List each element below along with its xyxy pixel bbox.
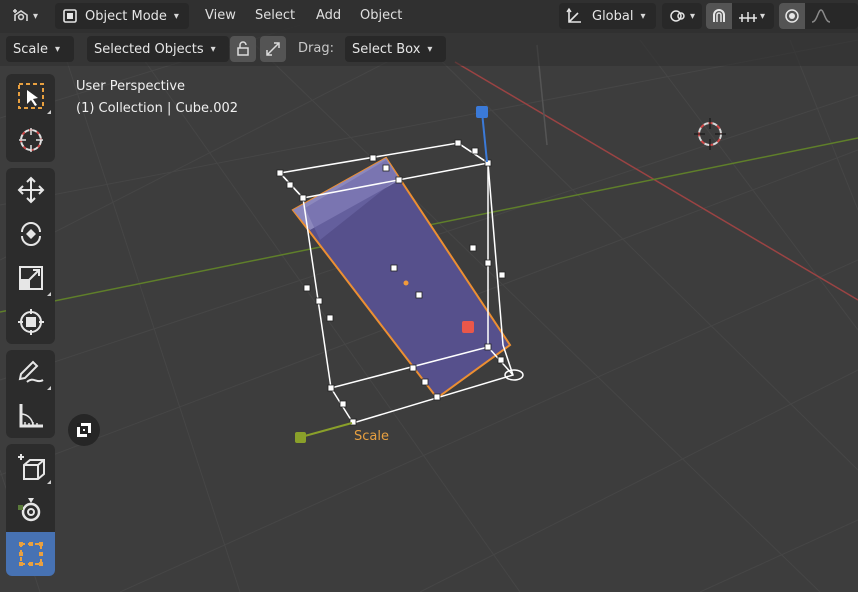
tool-select-box[interactable] xyxy=(6,74,55,118)
orientation-gizmo-icon xyxy=(566,7,581,23)
tool-variants-indicator xyxy=(47,110,51,114)
tool-measure[interactable] xyxy=(6,394,55,438)
chevron-down-icon: ▾ xyxy=(640,10,646,22)
perspective-label: User Perspective xyxy=(76,79,186,94)
viewport-info-overlay: User Perspective (1) Collection | Cube.0… xyxy=(76,76,238,120)
tool-add-cube[interactable] xyxy=(6,444,55,488)
proportional-editing-toggle[interactable] xyxy=(779,3,805,29)
rotate-icon xyxy=(20,222,41,246)
editor-type-button[interactable]: ▾ xyxy=(4,3,48,29)
mode-label: Object Mode xyxy=(85,8,167,24)
tool-scale-cage[interactable] xyxy=(6,532,55,576)
tool-transform[interactable] xyxy=(6,300,55,344)
active-tool-label: Scale xyxy=(13,41,48,57)
chevron-down-icon: ▾ xyxy=(689,10,695,22)
viewport-editor-icon xyxy=(13,9,28,21)
x-axis-line xyxy=(454,61,858,301)
proportional-editing-group xyxy=(779,3,858,29)
chevron-down-icon: ▾ xyxy=(210,43,216,55)
cursor-icon xyxy=(18,128,43,152)
scale-z-handle[interactable] xyxy=(476,106,488,118)
scale-icon xyxy=(18,266,43,290)
chevron-down-icon: ▾ xyxy=(173,10,179,22)
move-icon xyxy=(17,176,44,204)
tool-variants-indicator xyxy=(47,386,51,390)
falloff-select[interactable] xyxy=(805,8,831,24)
3d-cursor-icon[interactable] xyxy=(694,118,726,150)
add-cube-icon xyxy=(17,454,45,480)
tool-group-add xyxy=(6,444,55,576)
tool-annotate[interactable] xyxy=(6,350,55,394)
tool-group-transform xyxy=(6,168,55,344)
select-box-icon xyxy=(17,83,44,109)
chevron-down-icon: ▾ xyxy=(54,43,61,55)
tool-shelf xyxy=(6,74,55,582)
scale-z-axis xyxy=(481,111,488,163)
collection-label: (1) Collection | Cube.002 xyxy=(76,101,239,116)
drag-mode-select[interactable]: Select Box ▾ xyxy=(345,36,446,62)
smooth-falloff-icon xyxy=(811,9,831,23)
annotate-pencil-icon xyxy=(18,360,44,383)
transform-orientation-select[interactable]: Global ▾ xyxy=(559,3,656,29)
drag-label: Drag: xyxy=(298,41,334,56)
pivot-point-select[interactable]: ▾ xyxy=(662,3,702,29)
object-mode-icon xyxy=(63,9,77,23)
scale-cursor-icon xyxy=(77,423,91,437)
snap-toggle[interactable] xyxy=(706,3,732,29)
tool-scale[interactable] xyxy=(6,256,55,300)
tool-variants-indicator xyxy=(47,292,51,296)
options-toggle[interactable] xyxy=(260,36,286,62)
tool-rotate[interactable] xyxy=(6,212,55,256)
affect-select[interactable]: Selected Objects ▾ xyxy=(87,36,229,62)
transform-icon xyxy=(17,309,44,335)
orientation-label: Global xyxy=(592,8,634,24)
tool-settings-header: Scale ▾ Selected Objects ▾ Drag: Select … xyxy=(0,33,858,66)
chevron-down-icon: ▾ xyxy=(33,10,39,22)
tool-variants-indicator xyxy=(47,480,51,484)
proportional-editing-icon xyxy=(785,9,799,23)
mouse-cursor xyxy=(68,414,100,446)
chevron-down-icon: ▾ xyxy=(760,10,766,22)
tool-spin[interactable] xyxy=(6,488,55,532)
menu-select[interactable]: Select xyxy=(255,8,295,23)
snap-target-select[interactable]: ▾ xyxy=(732,8,765,24)
scale-y-handle[interactable] xyxy=(295,432,306,443)
tool-move[interactable] xyxy=(6,168,55,212)
scale-x-handle[interactable] xyxy=(462,321,474,333)
magnet-icon xyxy=(713,9,725,22)
measure-icon xyxy=(19,404,43,428)
scale-origin-handle[interactable] xyxy=(504,369,524,381)
menu-add[interactable]: Add xyxy=(316,8,341,23)
transform-options-icon xyxy=(266,42,280,56)
scale-cage-icon xyxy=(18,542,43,566)
active-tool-select[interactable]: Scale ▾ xyxy=(6,36,74,62)
drag-mode-label: Select Box xyxy=(352,41,421,57)
scale-y-axis xyxy=(300,422,353,438)
menu-object[interactable]: Object xyxy=(360,8,402,23)
menu-view[interactable]: View xyxy=(205,8,236,23)
lock-icon xyxy=(237,41,249,56)
chevron-down-icon: ▾ xyxy=(427,43,433,55)
tool-group-annotate xyxy=(6,350,55,438)
scale-gizmo-label: Scale xyxy=(354,429,389,444)
snap-group: ▾ xyxy=(706,3,774,29)
affect-label: Selected Objects xyxy=(94,41,204,57)
spin-icon xyxy=(17,498,40,522)
pivot-point-icon xyxy=(670,10,685,22)
lock-toggle[interactable] xyxy=(230,36,256,62)
mode-select[interactable]: Object Mode ▾ xyxy=(55,3,189,29)
viewport-header: ▾ Object Mode ▾ View Select Add Object G… xyxy=(0,0,858,33)
snap-increment-icon xyxy=(739,12,757,22)
tool-group-select xyxy=(6,74,55,162)
tool-cursor[interactable] xyxy=(6,118,55,162)
